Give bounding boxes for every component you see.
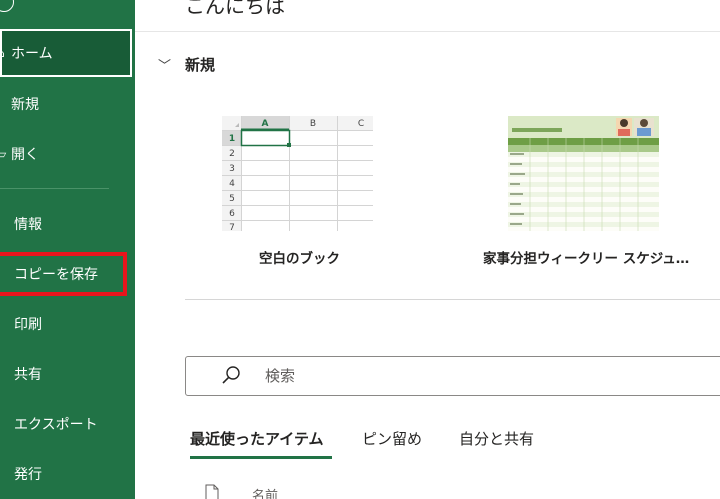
sidebar-item-publish[interactable]: 発行 [14,449,135,499]
sidebar-item-label: 開く [11,147,39,163]
template-label-chore-schedule: 家事分担ウィークリー スケジュ… [483,251,690,267]
sidebar-item-share[interactable]: 共有 [14,349,135,399]
sidebar-item-label: 新規 [11,97,39,113]
row-header: 7 [229,223,235,231]
sidebar-item-label: エクスポート [14,417,98,433]
sidebar-item-label: ホーム [11,46,53,62]
template-label-blank: 空白のブック [259,251,340,267]
row-header: 4 [229,179,235,189]
blank-workbook-grid: A B C 1 2 3 4 5 6 7 [222,116,373,231]
row-header: 6 [229,209,235,219]
row-header: 1 [229,134,235,144]
file-type-icon [205,484,219,499]
row-header: 5 [229,194,235,204]
sidebar-item-home[interactable]: ⌂ ホーム [0,29,132,77]
tab-recent[interactable]: 最近使ったアイテム [190,428,324,449]
search-icon [222,366,240,384]
sidebar-item-open[interactable]: ▱ 開く [0,129,135,179]
sidebar-item-label: 情報 [14,217,42,233]
back-arrow-icon[interactable] [0,0,14,12]
column-header: A [262,119,269,129]
row-header: 2 [229,149,235,159]
tab-pinned[interactable]: ピン留め [362,428,422,449]
page-greeting: こんにちは [185,0,285,18]
column-header: B [310,119,316,129]
section-title-new: 新規 [185,56,216,74]
sidebar-item-label: 共有 [14,367,42,383]
template-blank-workbook[interactable]: A B C 1 2 3 4 5 6 7 [222,116,373,231]
sidebar-item-label: 印刷 [14,317,42,333]
sidebar-item-print[interactable]: 印刷 [14,299,135,349]
chore-schedule-preview [508,116,659,231]
template-chore-schedule[interactable] [508,116,659,231]
backstage-sidebar: ⌂ ホーム ▏ 新規 ▱ 開く 情報 コピーを保存 印刷 共有 エクスポート 発… [0,0,135,499]
home-icon: ⌂ [0,46,5,60]
sidebar-item-info[interactable]: 情報 [14,199,135,249]
chevron-down-icon[interactable]: ﹀ [158,55,171,74]
active-tab-indicator [190,456,332,459]
sidebar-item-new[interactable]: ▏ 新規 [0,79,135,129]
column-header: C [358,119,364,129]
sidebar-item-export[interactable]: エクスポート [14,399,135,449]
folder-icon: ▱ [0,147,7,161]
sidebar-item-label: 発行 [14,467,42,483]
red-highlight-box [0,252,127,296]
new-file-icon: ▏ [0,97,7,111]
column-header-name[interactable]: 名前 [252,485,278,499]
row-header: 3 [229,164,235,174]
sidebar-divider [0,188,109,189]
section-divider [185,299,720,300]
search-input[interactable] [265,364,705,388]
tab-shared-with-me[interactable]: 自分と共有 [459,428,534,449]
header-divider [135,31,720,32]
